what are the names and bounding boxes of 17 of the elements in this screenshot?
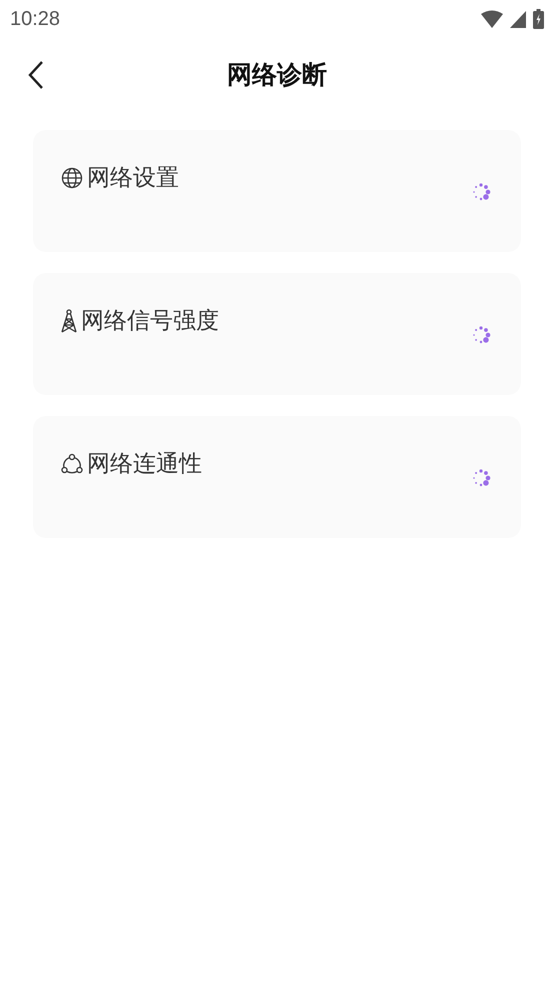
diagnostic-card[interactable]: 网络连通性 xyxy=(33,416,521,538)
check-label: 网络连通性 xyxy=(87,450,202,479)
loading-spinner-icon xyxy=(471,468,491,488)
globe-icon xyxy=(61,166,83,188)
page-title: 网络诊断 xyxy=(227,58,327,90)
loading-spinner-icon xyxy=(471,325,491,345)
loading-spinner-icon xyxy=(471,182,491,202)
tower-icon xyxy=(61,308,77,332)
status-time: 10:28 xyxy=(10,8,60,30)
battery-icon xyxy=(533,9,544,29)
wifi-icon xyxy=(481,10,503,28)
check-label: 网络设置 xyxy=(87,164,179,193)
diagnostic-card[interactable]: 网络信号强度 xyxy=(33,273,521,395)
signal-icon xyxy=(510,10,526,28)
check-label: 网络信号强度 xyxy=(81,307,219,336)
network-nodes-icon xyxy=(61,452,83,474)
diagnostic-card[interactable]: 网络设置 xyxy=(33,130,521,252)
